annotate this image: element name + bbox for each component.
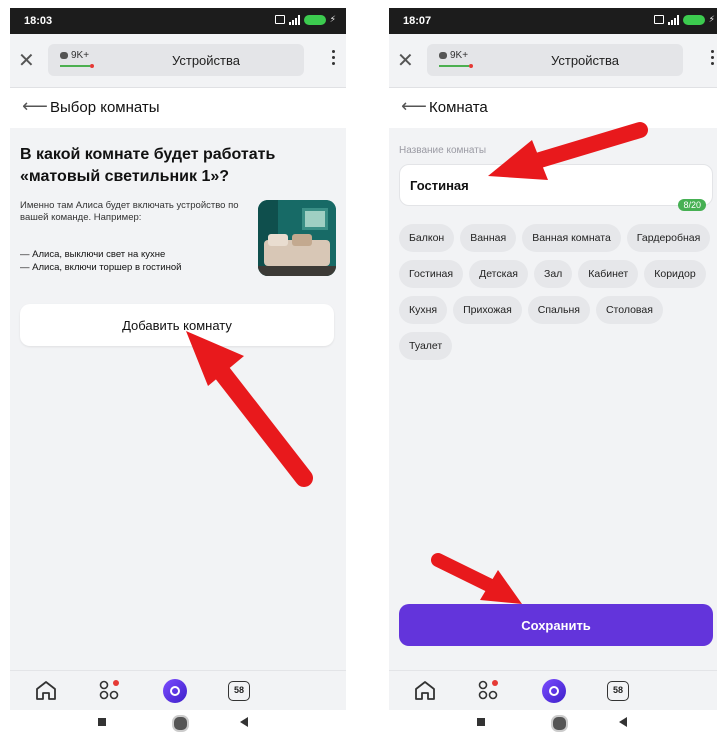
home-icon[interactable] xyxy=(34,679,60,703)
room-chip[interactable]: Туалет xyxy=(399,332,453,360)
battery-icon xyxy=(682,14,705,25)
badge-indicator xyxy=(60,64,94,68)
room-chip[interactable]: Столовая xyxy=(595,296,663,324)
bottom-tabbar: 58 xyxy=(389,670,717,710)
back-triangle-icon[interactable] xyxy=(619,717,627,727)
field-label: Название комнаты xyxy=(399,145,487,156)
browser-toolbar: ✕ 9K+ Устройства xyxy=(10,34,346,88)
notification-icon xyxy=(653,15,664,24)
home-button-icon[interactable] xyxy=(551,715,568,732)
room-name-input[interactable]: Гостиная 8/20 xyxy=(399,164,713,211)
room-photo xyxy=(258,200,336,276)
room-chip[interactable]: Детская xyxy=(469,260,528,288)
room-chip[interactable]: Коридор xyxy=(644,260,706,288)
charging-icon: ⚡ xyxy=(329,14,336,24)
system-navbar xyxy=(10,710,346,734)
status-bar: 18:03 ⚡ xyxy=(10,8,346,34)
example-1: — Алиса, выключи свет на кухне xyxy=(20,249,166,260)
notifications-icon[interactable]: 58 xyxy=(228,679,254,703)
tabs-badge[interactable]: 9K+ xyxy=(439,50,468,61)
char-counter: 8/20 xyxy=(678,199,706,211)
alice-icon[interactable] xyxy=(163,679,189,703)
question-description: Именно там Алиса будет включать устройст… xyxy=(20,200,239,223)
room-selection-content: В какой комнате будет работать «матовый … xyxy=(10,128,346,670)
room-chip[interactable]: Кабинет xyxy=(578,260,639,288)
status-time: 18:03 xyxy=(24,15,53,27)
kebab-menu-icon[interactable] xyxy=(332,50,336,65)
back-arrow-icon[interactable]: ⟵ xyxy=(401,96,427,117)
room-chip[interactable]: Ванная xyxy=(460,224,517,252)
status-icons: ⚡ xyxy=(653,14,715,25)
screen-room-name: 18:07 ⚡ ✕ 9K+ Устройства ⟵ Комната Назва… xyxy=(389,8,717,734)
page-header: ⟵ Выбор комнаты xyxy=(10,88,346,128)
close-icon[interactable]: ✕ xyxy=(397,48,414,73)
example-2: — Алиса, включи торшер в гостиной xyxy=(20,262,182,273)
room-chip[interactable]: Спальня xyxy=(527,296,590,324)
back-arrow-icon[interactable]: ⟵ xyxy=(22,96,48,117)
status-time: 18:07 xyxy=(403,15,432,27)
recents-icon[interactable] xyxy=(98,718,106,726)
room-chip[interactable]: Гардеробная xyxy=(626,224,711,252)
home-button-icon[interactable] xyxy=(172,715,189,732)
room-chip[interactable]: Гостиная xyxy=(399,260,464,288)
kebab-menu-icon[interactable] xyxy=(711,50,715,65)
address-title: Устройства xyxy=(171,53,240,68)
services-icon[interactable] xyxy=(477,679,503,703)
charging-icon: ⚡ xyxy=(708,14,715,24)
chat-icon xyxy=(439,52,447,59)
bottom-tabbar: 58 xyxy=(10,670,346,710)
home-icon[interactable] xyxy=(413,679,439,703)
address-title: Устройства xyxy=(550,53,619,68)
tabs-badge[interactable]: 9K+ xyxy=(60,50,89,61)
signal-icon xyxy=(667,14,679,25)
add-room-button[interactable]: Добавить комнату xyxy=(20,304,334,346)
room-chip[interactable]: Кухня xyxy=(399,296,448,324)
system-navbar xyxy=(389,710,717,734)
badge-indicator xyxy=(439,64,473,68)
status-icons: ⚡ xyxy=(274,14,336,25)
address-bar[interactable]: 9K+ Устройства xyxy=(427,44,683,76)
room-name-content: Название комнаты Гостиная 8/20 Балкон Ва… xyxy=(389,128,717,670)
page-title: Выбор комнаты xyxy=(50,99,160,116)
tabs-count: 9K+ xyxy=(71,50,90,61)
room-chip[interactable]: Прихожая xyxy=(453,296,522,324)
address-bar[interactable]: 9K+ Устройства xyxy=(48,44,304,76)
examples: — Алиса, выключи свет на кухне — Алиса, … xyxy=(20,248,250,274)
room-chip[interactable]: Балкон xyxy=(399,224,455,252)
save-button[interactable]: Сохранить xyxy=(399,604,713,646)
recents-icon[interactable] xyxy=(477,718,485,726)
browser-toolbar: ✕ 9K+ Устройства xyxy=(389,34,717,88)
tabs-count: 9K+ xyxy=(450,50,469,61)
notifications-count: 58 xyxy=(228,681,250,701)
room-name-value: Гостиная xyxy=(410,178,469,193)
page-title: Комната xyxy=(429,99,488,116)
chat-icon xyxy=(60,52,68,59)
notifications-count: 58 xyxy=(607,681,629,701)
back-triangle-icon[interactable] xyxy=(240,717,248,727)
signal-icon xyxy=(288,14,300,25)
services-icon[interactable] xyxy=(98,679,124,703)
page-header: ⟵ Комната xyxy=(389,88,717,128)
notifications-icon[interactable]: 58 xyxy=(607,679,633,703)
screen-room-selection: 18:03 ⚡ ✕ 9K+ Устройства ⟵ Выбор комнаты… xyxy=(10,8,346,734)
notification-icon xyxy=(274,15,285,24)
room-chip[interactable]: Зал xyxy=(533,260,573,288)
close-icon[interactable]: ✕ xyxy=(18,48,35,73)
question-title: В какой комнате будет работать «матовый … xyxy=(20,146,276,185)
status-bar: 18:07 ⚡ xyxy=(389,8,717,34)
room-suggestions: Балкон Ванная Ванная комната Гардеробная… xyxy=(399,224,715,360)
alice-icon[interactable] xyxy=(542,679,568,703)
battery-icon xyxy=(303,14,326,25)
room-chip[interactable]: Ванная комната xyxy=(522,224,621,252)
